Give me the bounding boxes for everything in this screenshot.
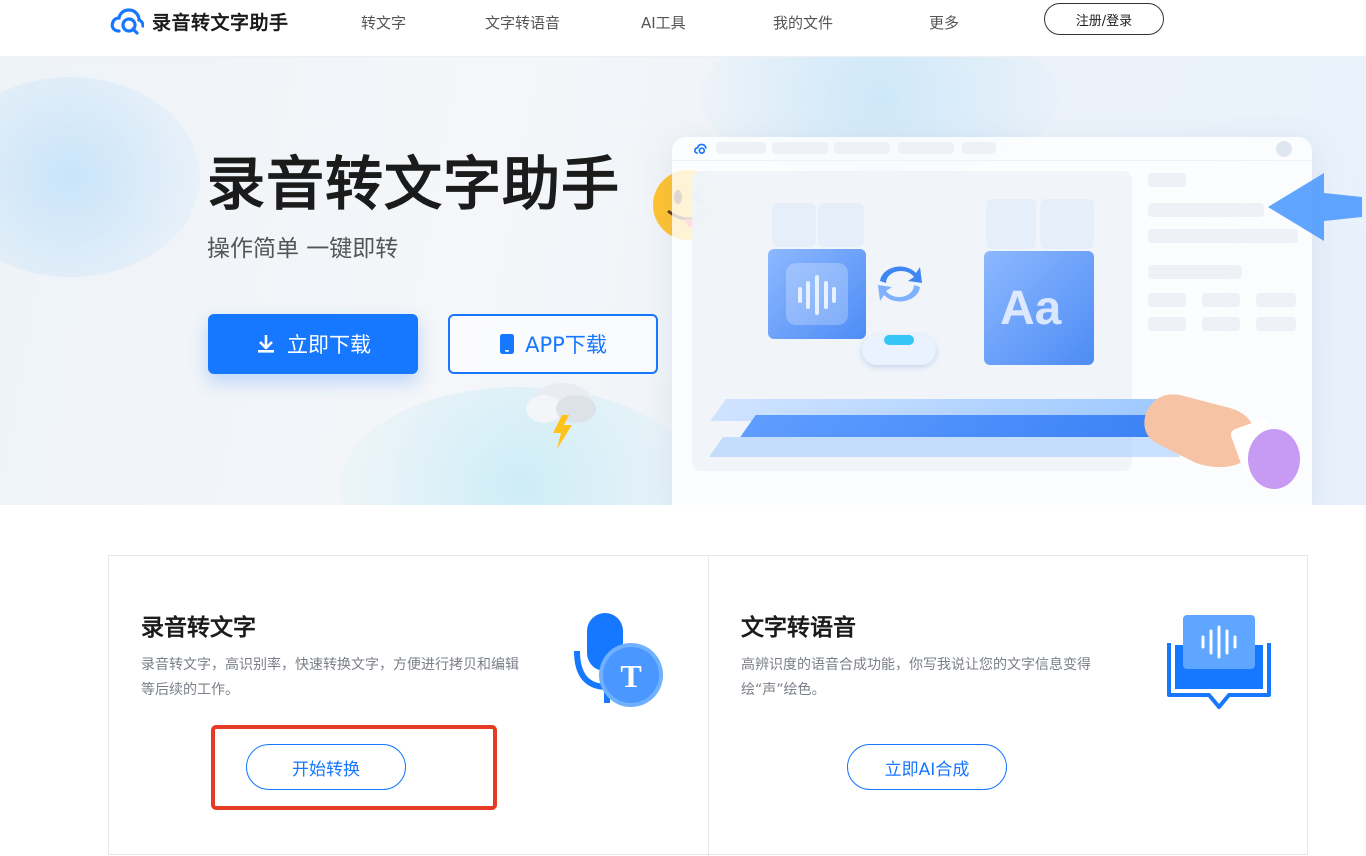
cloud-logo-icon [110,8,144,35]
blue-arrow-icon [1268,173,1362,241]
branch-cube-icon [986,199,1036,249]
ai-synthesize-button[interactable]: 立即AI合成 [847,744,1007,790]
voice-book-icon [1167,615,1271,709]
mockup-placeholder [1202,317,1240,331]
text-aa-glyph: Aa [1000,282,1062,335]
download-label: 立即下载 [287,333,371,357]
card-divider [708,556,709,856]
keyboard-layer [708,437,1194,457]
mockup-placeholder [1148,265,1242,279]
app-download-button[interactable]: APP下载 [448,314,658,374]
feature-cards: 录音转文字 录音转文字，高识别率，快速转换文字，方便进行拷贝和编辑等后续的工作。… [108,555,1308,856]
nav-item-text-to-speech[interactable]: 文字转语音 [485,12,560,33]
mockup-title-bar [672,137,1312,161]
mockup-tab [834,142,890,154]
mockup-placeholder [1148,317,1186,331]
mockup-placeholder [1148,173,1186,187]
login-button[interactable]: 注册/登录 [1044,3,1164,35]
card-title-transcribe: 录音转文字 [141,615,256,641]
keyboard-layer [740,415,1176,437]
hero-banner: 录音转文字助手 操作简单 一键即转 立即下载 APP下载 Aa [0,57,1366,505]
mockup-placeholder [1256,293,1296,307]
hand-illustration-icon [1144,394,1300,489]
svg-text:T: T [620,658,641,694]
mockup-avatar [1276,141,1292,157]
microphone-text-icon: T [574,613,663,707]
hero-subtitle: 操作简单 一键即转 [207,236,399,262]
hero-glow [0,77,200,277]
folder-cube-icon [772,203,816,247]
mockup-tab [962,142,996,154]
logo[interactable]: 录音转文字助手 [110,6,289,36]
nav-item-transcribe[interactable]: 转文字 [361,12,406,33]
logo-text: 录音转文字助手 [152,11,289,34]
mockup-placeholder [1148,293,1186,307]
hero-title: 录音转文字助手 [207,150,621,218]
sound-wave-icon [786,263,848,325]
storm-cloud-icon [526,383,596,449]
top-navbar: 录音转文字助手 转文字 文字转语音 AI工具 我的文件 更多 注册/登录 [0,0,1366,57]
download-button[interactable]: 立即下载 [208,314,418,374]
mockup-tab [898,142,954,154]
app-download-label: APP下载 [525,333,607,357]
chat-cube-icon [818,203,864,247]
nav-item-my-files[interactable]: 我的文件 [773,12,833,33]
mockup-placeholder [1202,293,1240,307]
mockup-placeholder [1256,317,1296,331]
mockup-placeholder [1148,203,1264,217]
mockup-logo-icon [694,143,707,154]
app-mockup-illustration: Aa [672,137,1362,505]
convert-arrows-icon [878,266,922,302]
highlight-box [211,725,497,810]
card-title-text-to-speech: 文字转语音 [741,615,856,641]
card-desc-text-to-speech: 高辨识度的语音合成功能，你写我说让您的文字信息变得绘“声”绘色。 [741,657,1091,698]
download-icon [258,335,274,353]
word-doc-cube-icon [1040,199,1094,249]
connector-light [884,335,914,345]
nav-item-more[interactable]: 更多 [929,12,959,33]
nav-item-ai-tools[interactable]: AI工具 [641,12,686,33]
phone-icon [500,334,515,354]
audio-cube-icon [768,249,866,339]
mockup-tab [716,142,766,154]
text-cube-icon: Aa [984,251,1094,365]
card-desc-transcribe: 录音转文字，高识别率，快速转换文字，方便进行拷贝和编辑等后续的工作。 [141,657,519,698]
mockup-tab [772,142,828,154]
